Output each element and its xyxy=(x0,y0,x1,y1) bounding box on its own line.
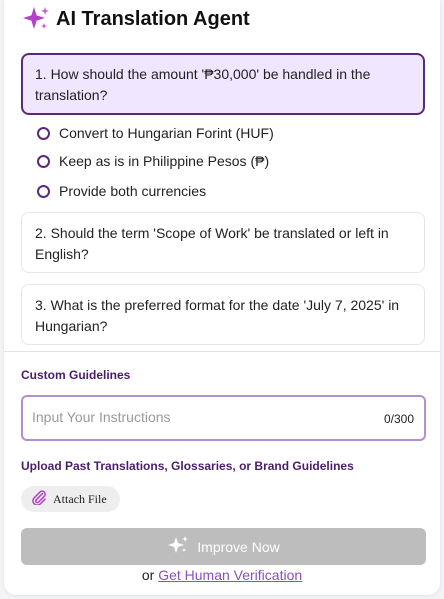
page-title: AI Translation Agent xyxy=(56,7,250,30)
radio-button[interactable] xyxy=(37,184,50,198)
header: AI Translation Agent xyxy=(22,6,250,32)
option-keep-php[interactable]: Keep as is in Philippine Pesos (₱) xyxy=(37,151,269,171)
improve-now-button[interactable]: Improve Now xyxy=(21,528,426,565)
sparkle-icon xyxy=(22,6,50,32)
radio-button[interactable] xyxy=(37,154,50,168)
upload-label: Upload Past Translations, Glossaries, or… xyxy=(21,459,354,473)
attach-file-button[interactable]: Attach File xyxy=(21,486,120,512)
instructions-box[interactable]: 0/300 xyxy=(21,395,426,441)
question-text: 2. Should the term 'Scope of Work' be tr… xyxy=(35,225,389,262)
option-label: Keep as is in Philippine Pesos (₱) xyxy=(59,153,270,169)
question-text: 3. What is the preferred format for the … xyxy=(35,297,400,334)
character-counter: 0/300 xyxy=(383,412,414,426)
option-label: Provide both currencies xyxy=(59,183,207,199)
custom-guidelines-label: Custom Guidelines xyxy=(21,368,131,382)
question-card-1[interactable]: 1. How should the amount '₱30,000' be ha… xyxy=(21,53,425,115)
instructions-input[interactable] xyxy=(32,405,362,429)
human-verification-link[interactable]: Get Human Verification xyxy=(158,567,302,583)
question-card-2[interactable]: 2. Should the term 'Scope of Work' be tr… xyxy=(21,212,425,273)
improve-now-label: Improve Now xyxy=(197,538,280,555)
question-card-3[interactable]: 3. What is the preferred format for the … xyxy=(21,284,425,345)
option-label: Convert to Hungarian Forint (HUF) xyxy=(59,125,274,141)
option-both-currencies[interactable]: Provide both currencies xyxy=(37,181,206,201)
paperclip-icon xyxy=(31,489,47,509)
footer: or Get Human Verification xyxy=(0,567,444,583)
footer-prefix: or xyxy=(141,567,155,583)
radio-button[interactable] xyxy=(37,126,50,140)
attach-file-label: Attach File xyxy=(53,491,107,506)
sparkle-icon xyxy=(167,535,189,558)
section-divider xyxy=(4,351,440,352)
option-convert-huf[interactable]: Convert to Hungarian Forint (HUF) xyxy=(37,123,274,143)
question-text: 1. How should the amount '₱30,000' be ha… xyxy=(35,66,371,103)
